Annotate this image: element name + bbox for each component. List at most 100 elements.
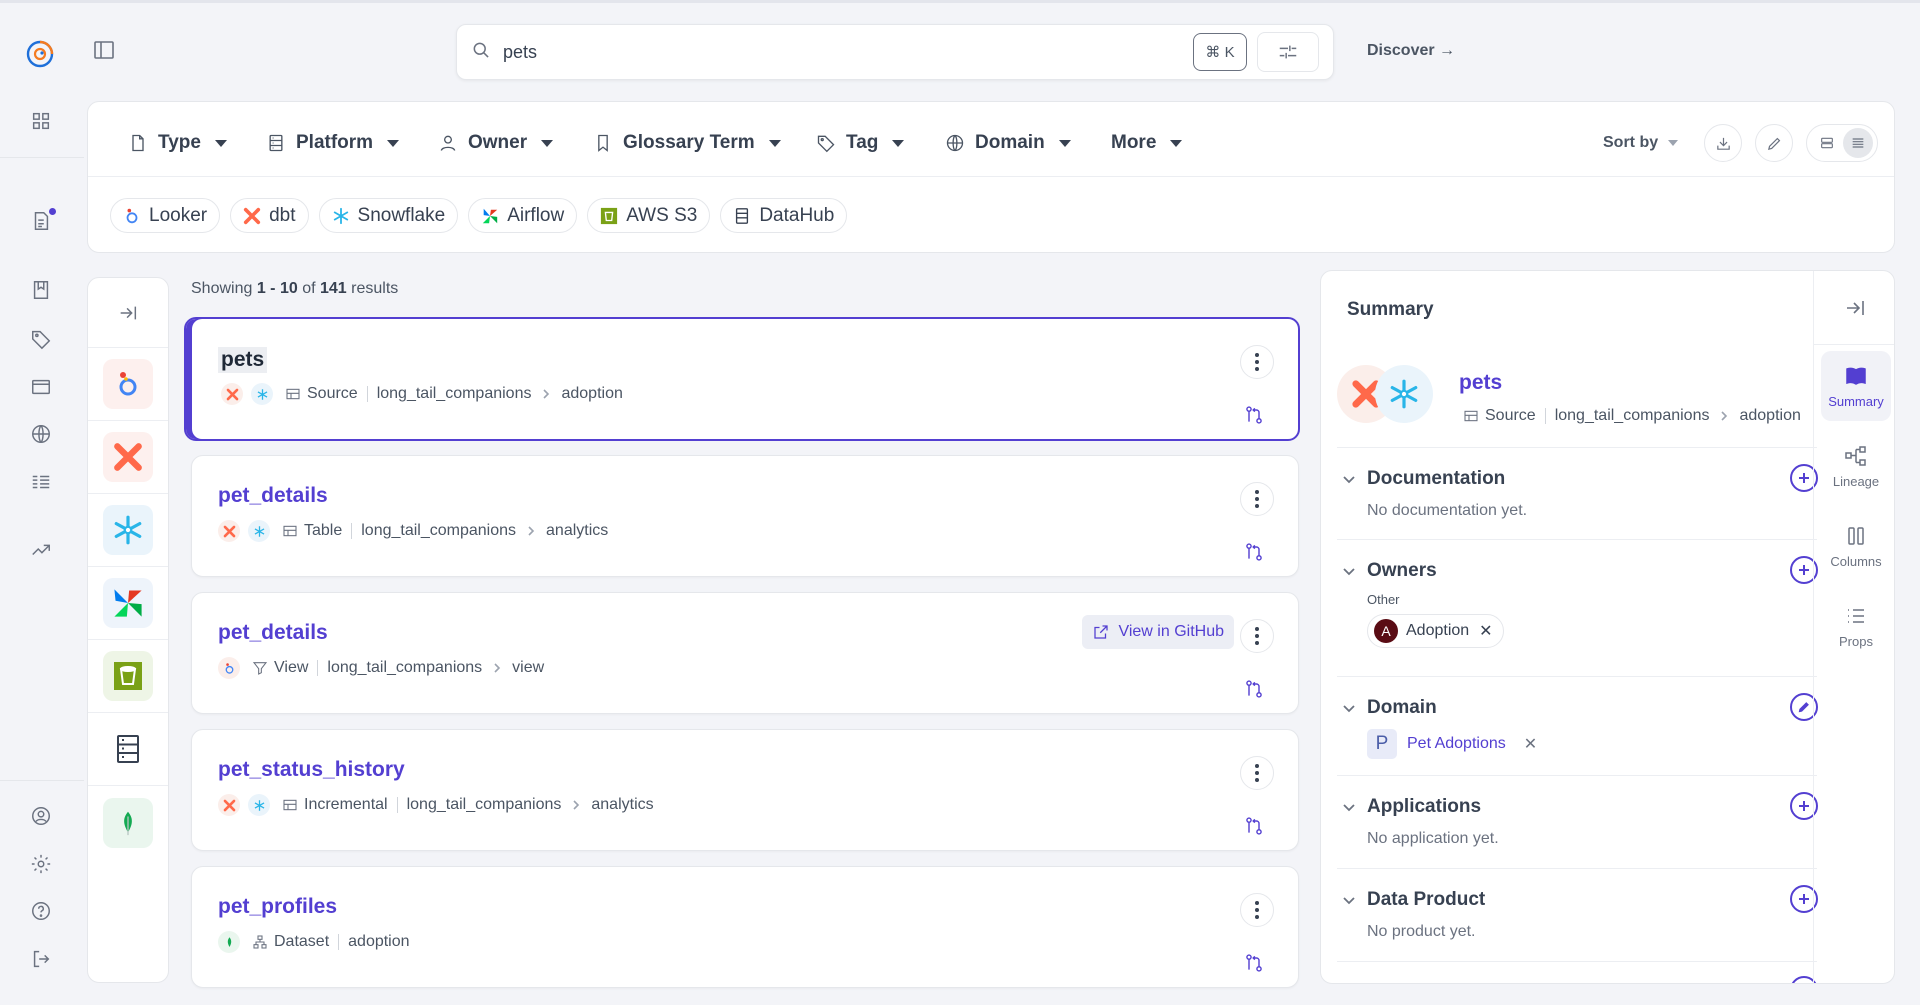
view-in-github-button[interactable]: View in GitHub [1082, 615, 1234, 649]
more-menu-button[interactable] [1240, 893, 1274, 927]
collapse-panel-icon[interactable] [1814, 271, 1894, 345]
section-toggle[interactable]: Owners [1337, 560, 1437, 582]
app-logo[interactable] [24, 38, 56, 70]
filter-owner[interactable]: Owner [438, 132, 554, 154]
section-toggle[interactable]: Documentation [1337, 468, 1505, 490]
caret-down-icon [892, 139, 905, 147]
platform-dbt[interactable] [88, 421, 168, 494]
result-container[interactable]: adoption [348, 933, 409, 951]
search-input[interactable] [503, 41, 1193, 63]
close-icon[interactable]: ✕ [1479, 621, 1492, 641]
result-container[interactable]: long_tail_companions [327, 659, 482, 677]
more-menu-button[interactable] [1240, 482, 1274, 516]
section-applications: Applications No application yet. [1337, 775, 1818, 868]
list-view-icon[interactable] [1842, 128, 1873, 158]
filter-tag[interactable]: Tag [816, 132, 905, 154]
platform-aws-s3[interactable] [88, 640, 168, 713]
result-schema[interactable]: analytics [591, 796, 653, 814]
lineage-icon[interactable] [1244, 679, 1264, 699]
platform-datahub[interactable] [88, 713, 168, 786]
result-meta: Source long_tail_companions adoption [221, 383, 623, 405]
result-schema[interactable]: adoption [561, 385, 622, 403]
book-icon[interactable] [28, 277, 54, 303]
help-icon[interactable] [28, 898, 54, 924]
section-title: Domain [1367, 697, 1437, 718]
result-type: Source [307, 385, 358, 402]
tab-lineage[interactable]: Lineage [1821, 431, 1891, 501]
result-card[interactable]: pets Source long_tail_companions adoptio… [184, 317, 1300, 441]
chip-looker[interactable]: Looker [110, 198, 221, 233]
sidebar-toggle-icon[interactable] [92, 38, 118, 64]
discover-link[interactable]: Discover → [1367, 42, 1455, 60]
more-menu-button[interactable] [1240, 345, 1274, 379]
result-container[interactable]: long_tail_companions [407, 796, 562, 814]
result-card[interactable]: pet_status_history Incremental long_tail… [191, 729, 1299, 851]
tab-columns[interactable]: Columns [1821, 511, 1891, 581]
gear-icon[interactable] [28, 851, 54, 877]
chip-datahub[interactable]: DataHub [720, 198, 848, 233]
chip-aws-s3[interactable]: AWS S3 [587, 198, 711, 233]
result-title[interactable]: pet_details [218, 484, 328, 508]
entity-schema[interactable]: adoption [1739, 407, 1800, 425]
chip-airflow[interactable]: Airflow [468, 198, 578, 233]
filter-more[interactable]: More [1111, 132, 1183, 154]
browser-icon[interactable] [28, 374, 54, 400]
filter-domain[interactable]: Domain [945, 132, 1071, 154]
result-schema[interactable]: analytics [546, 522, 608, 540]
more-menu-button[interactable] [1240, 619, 1274, 653]
section-toggle[interactable]: Domain [1337, 697, 1437, 719]
trending-icon[interactable] [28, 536, 54, 562]
external-link-icon [1094, 625, 1109, 639]
user-circle-icon[interactable] [28, 803, 54, 829]
search-filters-button[interactable] [1257, 32, 1319, 72]
edit-button[interactable] [1755, 124, 1793, 162]
entity-container[interactable]: long_tail_companions [1555, 407, 1710, 425]
result-title[interactable]: pet_status_history [218, 758, 405, 782]
platform-mongodb[interactable] [88, 786, 168, 859]
list-icon[interactable] [28, 469, 54, 495]
platform-snowflake[interactable] [88, 494, 168, 567]
entity-name[interactable]: pets [1459, 371, 1502, 395]
snowflake-icon [248, 794, 270, 816]
result-schema[interactable]: view [512, 659, 544, 677]
sort-by-dropdown[interactable]: Sort by [1603, 134, 1679, 152]
chip-dbt[interactable]: dbt [230, 198, 309, 233]
lineage-icon[interactable] [1244, 953, 1264, 973]
tab-summary[interactable]: Summary [1821, 351, 1891, 421]
lineage-icon[interactable] [1244, 405, 1264, 425]
globe-icon[interactable] [28, 421, 54, 447]
section-toggle[interactable]: Applications [1337, 796, 1481, 818]
result-title[interactable]: pet_details [218, 621, 328, 645]
result-card[interactable]: pet_details Table long_tail_companions a… [191, 455, 1299, 577]
platform-looker[interactable] [88, 348, 168, 421]
result-card[interactable]: pet_details View long_tail_companions vi… [191, 592, 1299, 714]
logout-icon[interactable] [28, 946, 54, 972]
snowflake-icon [332, 207, 350, 225]
result-meta: Table long_tail_companions analytics [218, 520, 608, 542]
section-toggle[interactable]: Data Product [1337, 889, 1485, 911]
card-view-icon[interactable] [1812, 128, 1842, 158]
result-title[interactable]: pets [218, 347, 268, 373]
chip-snowflake[interactable]: Snowflake [318, 198, 459, 233]
filter-type[interactable]: Type [128, 132, 227, 154]
result-title[interactable]: pet_profiles [218, 895, 337, 919]
lineage-icon[interactable] [1244, 816, 1264, 836]
platform-airflow[interactable] [88, 567, 168, 640]
mongodb-icon [103, 797, 153, 848]
more-menu-button[interactable] [1240, 756, 1274, 790]
domain-name: Pet Adoptions [1407, 735, 1506, 752]
result-card[interactable]: pet_profiles Dataset adoption [191, 866, 1299, 988]
grid-icon[interactable] [28, 108, 54, 134]
download-button[interactable] [1704, 124, 1742, 162]
result-container[interactable]: long_tail_companions [377, 385, 532, 403]
lineage-icon[interactable] [1244, 542, 1264, 562]
domain-pill[interactable]: P Pet Adoptions ✕ [1367, 729, 1537, 759]
filter-glossary-term[interactable]: Glossary Term [593, 132, 781, 154]
filter-platform[interactable]: Platform [266, 132, 400, 154]
tab-props[interactable]: Props [1821, 591, 1891, 661]
owner-pill[interactable]: A Adoption ✕ [1367, 614, 1504, 648]
tag-icon[interactable] [28, 326, 54, 352]
expand-sidebar-icon[interactable] [88, 278, 168, 348]
result-container[interactable]: long_tail_companions [361, 522, 516, 540]
close-icon[interactable]: ✕ [1524, 734, 1537, 754]
